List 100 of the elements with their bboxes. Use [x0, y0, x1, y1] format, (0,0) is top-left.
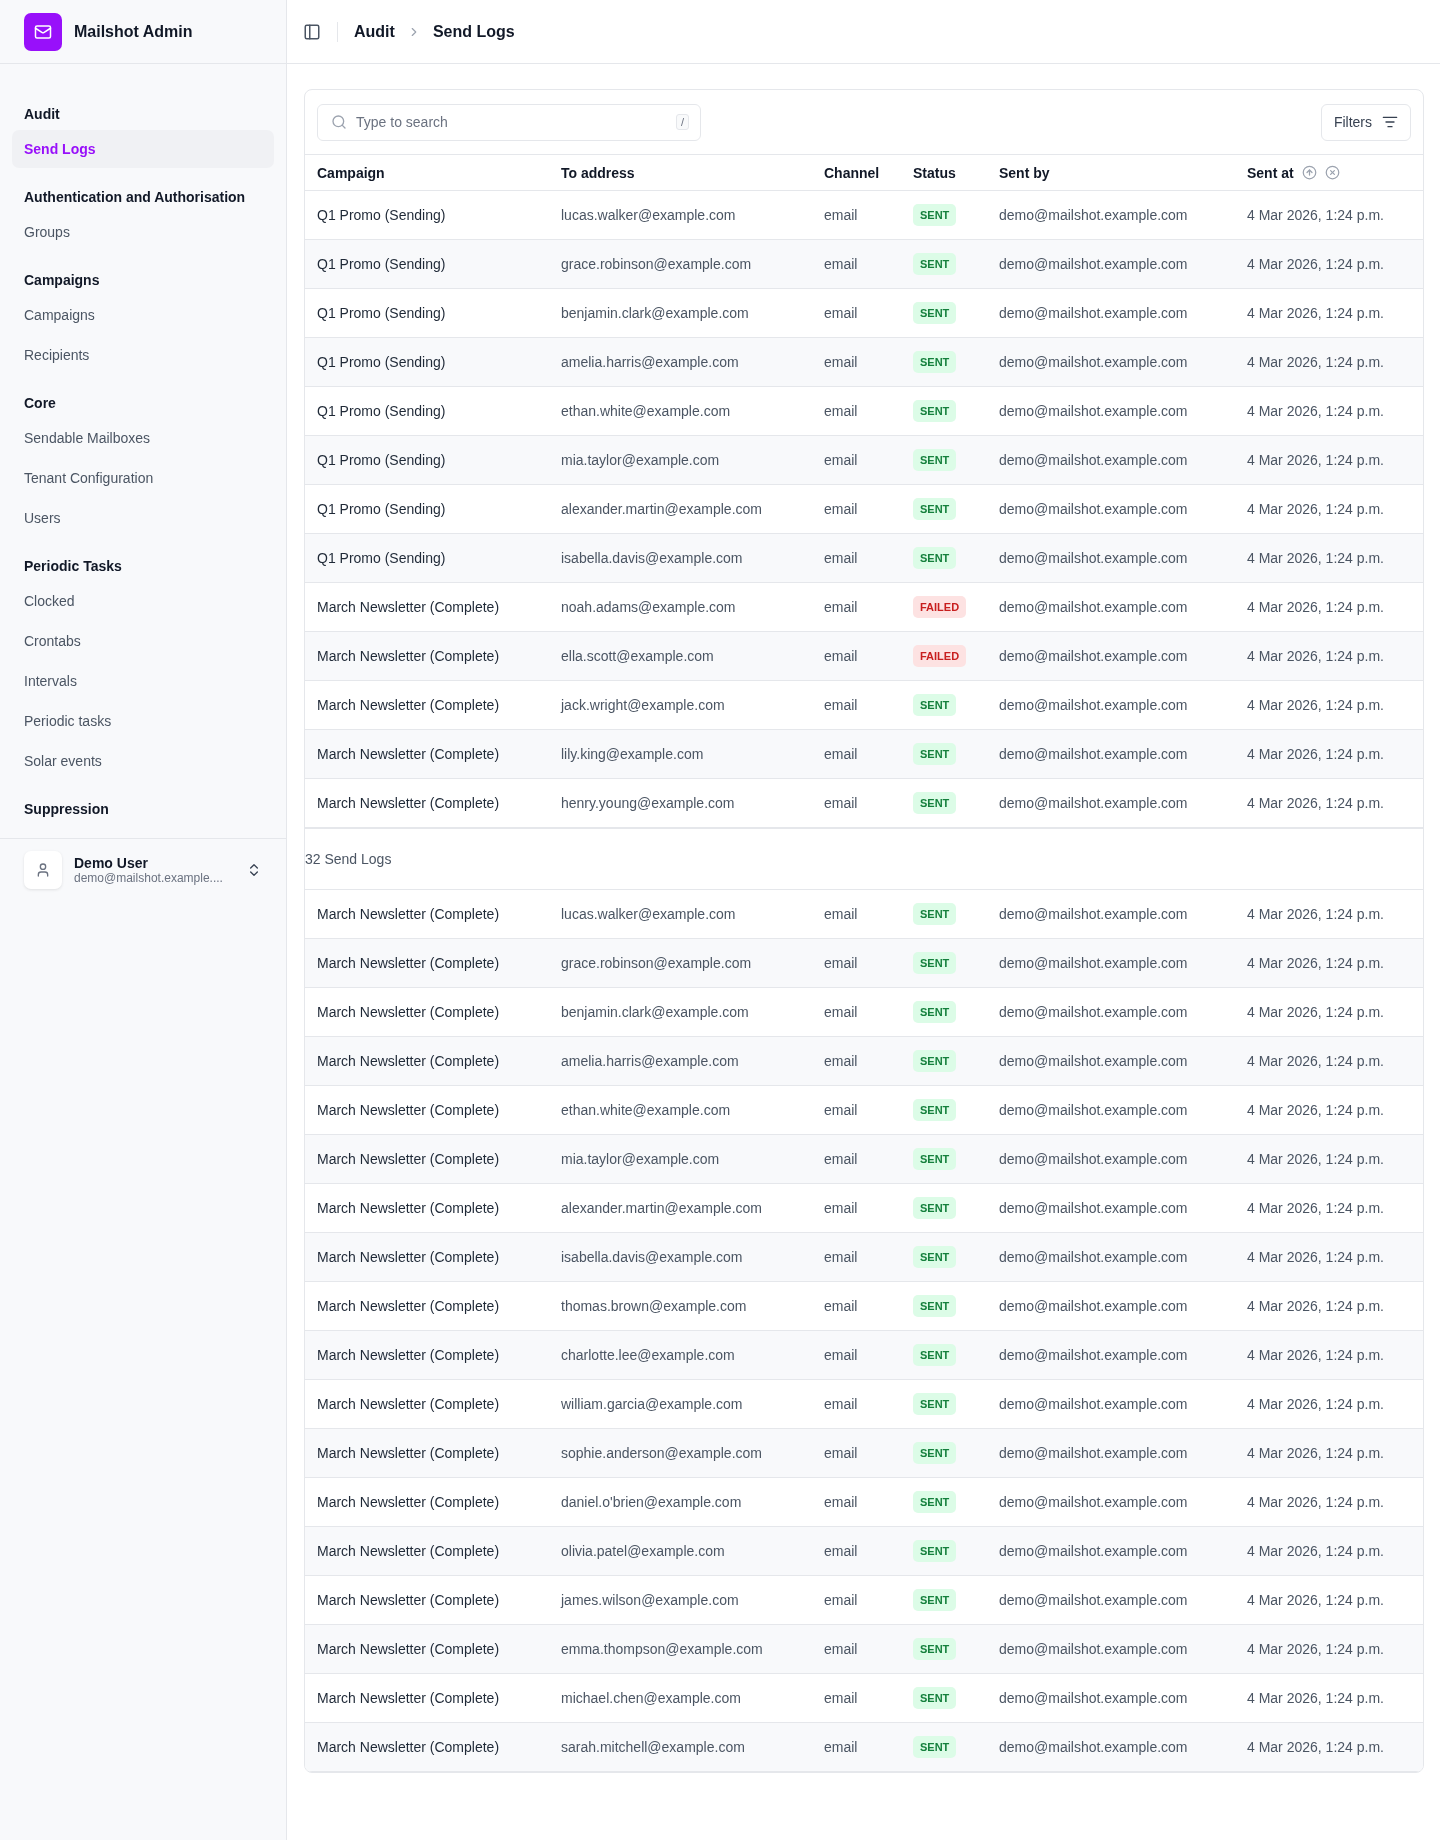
table-cell: noah.adams@example.com: [561, 599, 736, 615]
table-cell: email: [824, 1053, 858, 1069]
nav-group-title: Suppression: [23, 800, 110, 819]
table-cell: demo@mailshot.example.com: [999, 1298, 1188, 1314]
table-cell: michael.chen@example.com: [561, 1690, 741, 1706]
table-cell: 4 Mar 2026, 1:24 p.m.: [1247, 1249, 1384, 1265]
table-cell: email: [824, 452, 858, 468]
filters-button[interactable]: Filters: [1320, 103, 1411, 141]
status-badge: SENT: [913, 1050, 957, 1072]
table-cell: demo@mailshot.example.com: [999, 256, 1188, 272]
table-cell: demo@mailshot.example.com: [999, 305, 1188, 321]
status-badge: SENT: [913, 1589, 957, 1611]
table-cell: email: [824, 906, 858, 922]
record-count: 32 Send Logs: [305, 851, 392, 867]
status-badge: SENT: [913, 204, 957, 226]
column-header[interactable]: Status: [913, 164, 956, 181]
column-header[interactable]: To address: [561, 164, 635, 181]
table-cell: email: [824, 305, 858, 321]
table-cell: demo@mailshot.example.com: [999, 452, 1188, 468]
status-badge: SENT: [913, 351, 957, 373]
user-name: Demo User: [74, 854, 149, 871]
table-cell: demo@mailshot.example.com: [999, 1592, 1188, 1608]
column-header[interactable]: Campaign: [317, 164, 385, 181]
table-cell: email: [824, 501, 858, 517]
table-cell: demo@mailshot.example.com: [999, 501, 1188, 517]
table-cell: email: [824, 1592, 858, 1608]
nav-item[interactable]: Users: [12, 499, 274, 537]
nav-item[interactable]: Sendable Mailboxes: [12, 419, 274, 457]
column-header[interactable]: Sent at: [1247, 164, 1294, 181]
table-cell: ella.scott@example.com: [561, 648, 714, 664]
nav-item[interactable]: Crontabs: [12, 622, 274, 660]
status-badge: SENT: [913, 449, 957, 471]
nav-item[interactable]: Campaigns: [12, 296, 274, 334]
table-cell: demo@mailshot.example.com: [999, 1053, 1188, 1069]
nav-item[interactable]: Solar events: [12, 742, 274, 780]
nav-item[interactable]: Periodic tasks: [12, 702, 274, 740]
nav-item[interactable]: Tenant Configuration: [12, 459, 274, 497]
table-cell: March Newsletter (Complete): [317, 1347, 500, 1363]
table-cell: 4 Mar 2026, 1:24 p.m.: [1247, 305, 1384, 321]
table-cell: 4 Mar 2026, 1:24 p.m.: [1247, 1494, 1384, 1510]
status-badge: SENT: [913, 1295, 957, 1317]
table-cell: March Newsletter (Complete): [317, 1445, 500, 1461]
table-cell: Q1 Promo (Sending): [317, 305, 446, 321]
table-cell: daniel.o'brien@example.com: [561, 1494, 742, 1510]
table-cell: lily.king@example.com: [561, 746, 704, 762]
nav-group-title: Authentication and Authorisation: [23, 188, 247, 207]
table-cell: demo@mailshot.example.com: [999, 1347, 1188, 1363]
status-badge: SENT: [913, 400, 957, 422]
table-cell: March Newsletter (Complete): [317, 1249, 500, 1265]
table-cell: Q1 Promo (Sending): [317, 452, 446, 468]
nav-group-title: Campaigns: [23, 271, 101, 290]
table-cell: mia.taylor@example.com: [561, 452, 720, 468]
table-cell: March Newsletter (Complete): [317, 746, 500, 762]
status-badge: FAILED: [913, 645, 967, 667]
table-cell: email: [824, 795, 858, 811]
table-cell: jack.wright@example.com: [561, 697, 725, 713]
column-header[interactable]: Channel: [824, 164, 880, 181]
table-cell: 4 Mar 2026, 1:24 p.m.: [1247, 452, 1384, 468]
table-cell: email: [824, 1494, 858, 1510]
breadcrumb-item[interactable]: Audit: [354, 22, 395, 41]
table-cell: 4 Mar 2026, 1:24 p.m.: [1247, 207, 1384, 223]
table-cell: 4 Mar 2026, 1:24 p.m.: [1247, 1690, 1384, 1706]
table-cell: james.wilson@example.com: [561, 1592, 739, 1608]
status-badge: SENT: [913, 1246, 957, 1268]
nav-item[interactable]: Send Logs: [12, 130, 274, 168]
table-cell: email: [824, 1739, 858, 1755]
status-badge: SENT: [913, 1442, 957, 1464]
table-cell: March Newsletter (Complete): [317, 599, 500, 615]
table-cell: demo@mailshot.example.com: [999, 795, 1188, 811]
table-cell: 4 Mar 2026, 1:24 p.m.: [1247, 795, 1384, 811]
table-cell: grace.robinson@example.com: [561, 955, 752, 971]
status-badge: SENT: [913, 1148, 957, 1170]
table-cell: alexander.martin@example.com: [561, 1200, 762, 1216]
table-cell: demo@mailshot.example.com: [999, 1396, 1188, 1412]
nav-group-title: Core: [23, 394, 57, 413]
table-cell: 4 Mar 2026, 1:24 p.m.: [1247, 501, 1384, 517]
nav-item[interactable]: Clocked: [12, 582, 274, 620]
table-cell: March Newsletter (Complete): [317, 1494, 500, 1510]
table-cell: 4 Mar 2026, 1:24 p.m.: [1247, 1200, 1384, 1216]
table-cell: email: [824, 1445, 858, 1461]
table-cell: demo@mailshot.example.com: [999, 697, 1188, 713]
table-cell: Q1 Promo (Sending): [317, 501, 446, 517]
status-badge: SENT: [913, 1393, 957, 1415]
nav-item[interactable]: Intervals: [12, 662, 274, 700]
table-cell: demo@mailshot.example.com: [999, 1004, 1188, 1020]
sidebar-toggle-icon[interactable]: [303, 22, 321, 41]
table-cell: 4 Mar 2026, 1:24 p.m.: [1247, 403, 1384, 419]
status-badge: SENT: [913, 1197, 957, 1219]
nav-item[interactable]: Recipients: [12, 336, 274, 374]
status-badge: SENT: [913, 792, 957, 814]
app-logo-icon: [24, 12, 62, 51]
table-cell: thomas.brown@example.com: [561, 1298, 747, 1314]
table-cell: 4 Mar 2026, 1:24 p.m.: [1247, 256, 1384, 272]
nav-item[interactable]: Groups: [12, 213, 274, 251]
column-header[interactable]: Sent by: [999, 164, 1050, 181]
table-cell: March Newsletter (Complete): [317, 1641, 500, 1657]
table-cell: demo@mailshot.example.com: [999, 906, 1188, 922]
search-icon: [331, 113, 347, 130]
table-cell: 4 Mar 2026, 1:24 p.m.: [1247, 1396, 1384, 1412]
table-cell: March Newsletter (Complete): [317, 1053, 500, 1069]
